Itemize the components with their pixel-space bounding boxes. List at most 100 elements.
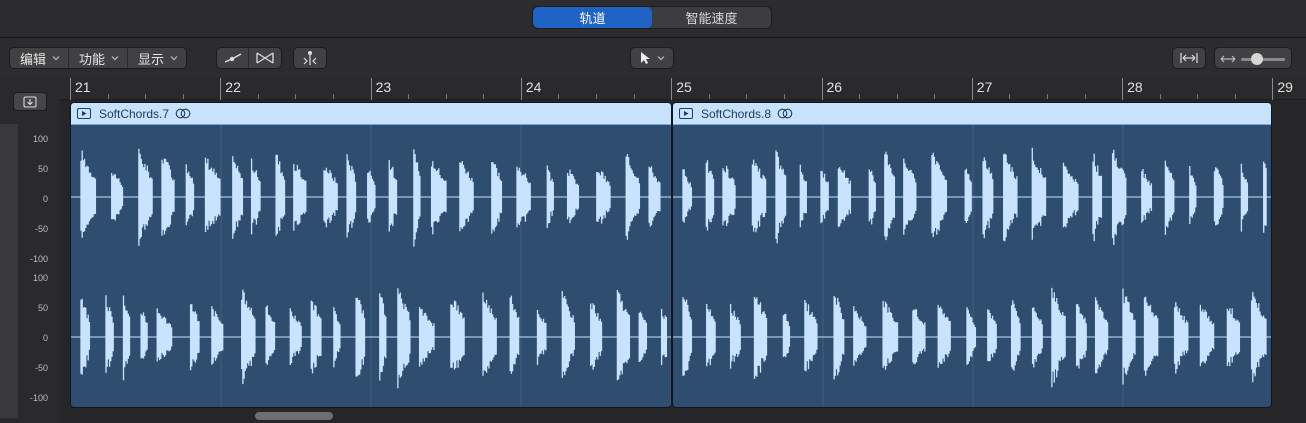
amplitude-label: 0 [42, 194, 48, 204]
amplitude-label: -100 [29, 254, 48, 264]
amplitude-label: -100 [29, 393, 48, 403]
audio-region[interactable]: SoftChords.7 [70, 102, 672, 408]
crossfade-button[interactable] [249, 48, 281, 68]
zoom-slider-knob[interactable] [1251, 53, 1263, 65]
amplitude-label: 50 [37, 164, 48, 174]
edit-menu-button[interactable]: 编辑 [10, 48, 70, 68]
ruler-tick [708, 94, 710, 99]
ruler-tick [1009, 94, 1011, 99]
amplitude-label: 100 [32, 134, 48, 144]
amplitude-label: 50 [37, 303, 48, 313]
ruler-tick [145, 94, 147, 99]
waveform [71, 125, 671, 407]
scrollbar-thumb[interactable] [255, 412, 333, 420]
split-button[interactable] [294, 48, 326, 68]
snap-line-icon [224, 53, 241, 63]
pointer-icon [641, 52, 650, 64]
ruler-bar-number: 22 [225, 79, 241, 95]
ruler-tick [483, 94, 485, 99]
editor-toolbar: 编辑 功能 显示 [0, 38, 1306, 78]
loop-icon [175, 108, 191, 119]
edit-menu-label: 编辑 [20, 51, 47, 67]
split-tool-group [293, 47, 327, 69]
ruler-bar-number: 24 [525, 79, 542, 95]
region-header[interactable]: SoftChords.7 [71, 103, 671, 125]
tab-tracks[interactable]: 轨道 [533, 7, 652, 28]
amplitude-label: -50 [34, 224, 48, 234]
ruler-tick [257, 94, 259, 99]
ruler-bar-marker: 24 [520, 78, 541, 100]
audio-region[interactable]: SoftChords.8 [672, 102, 1272, 408]
fit-width-icon [1180, 53, 1198, 63]
ruler-bar-marker: 25 [671, 78, 692, 100]
ruler-tick [596, 94, 598, 99]
ruler-bar-number: 28 [1127, 79, 1143, 95]
play-region-icon [679, 108, 693, 119]
view-menu-button[interactable]: 显示 [128, 48, 186, 68]
ruler-bar-marker: 22 [220, 78, 241, 100]
view-menu-label: 显示 [138, 51, 165, 67]
audio-editor-area[interactable]: SoftChords.7 SoftChords.8 [60, 100, 1306, 408]
region-name: SoftChords.7 [99, 106, 170, 121]
ruler-tick [182, 94, 184, 99]
amplitude-label: 0 [42, 333, 48, 343]
ruler-tick [445, 94, 447, 99]
ruler-tick [934, 94, 936, 99]
pointer-tool-menu[interactable] [630, 47, 674, 69]
ruler-tick [333, 94, 335, 99]
amplitude-label: -50 [34, 363, 48, 373]
loop-icon [777, 108, 793, 119]
functions-menu-label: 功能 [79, 51, 106, 67]
horizontal-scrollbar[interactable] [60, 408, 1306, 423]
menu-group: 编辑 功能 显示 [9, 47, 188, 69]
ruler-bar-marker: 21 [70, 78, 91, 100]
ruler-tick [1234, 94, 1236, 99]
region-name: SoftChords.8 [701, 106, 772, 121]
import-button[interactable] [13, 92, 47, 111]
ruler-tick [408, 94, 410, 99]
snap-line-button[interactable] [217, 48, 249, 68]
ruler-bar-marker: 26 [821, 78, 842, 100]
ruler-tick [896, 94, 898, 99]
download-icon [23, 95, 37, 108]
left-column: 100 50 0 -50 -100 100 50 0 -50 -100 [0, 78, 60, 423]
ruler-tick [558, 94, 560, 99]
ruler-tick [746, 94, 748, 99]
chevron-down-icon [170, 56, 178, 61]
bar-ruler[interactable]: 21 22 23 24 25 26 27 28 29 [60, 78, 1306, 100]
fit-width-button[interactable] [1172, 47, 1206, 69]
chevron-down-icon [657, 56, 665, 61]
ruler-bar-marker: 29 [1272, 78, 1293, 100]
ruler-tick [633, 94, 635, 99]
ruler-bar-marker: 27 [971, 78, 992, 100]
waveform [673, 125, 1271, 407]
view-mode-segmented-control: 轨道 智能速度 [532, 6, 772, 29]
ruler-bar-number: 29 [1277, 79, 1293, 95]
ruler-tick [1046, 94, 1048, 99]
tab-smart-tempo[interactable]: 智能速度 [652, 7, 771, 28]
horizontal-zoom-icon [1220, 55, 1236, 63]
ruler-bar-number: 23 [375, 79, 392, 95]
ruler-bar-number: 25 [676, 79, 692, 95]
ruler-bar-marker: 23 [370, 78, 391, 100]
region-header[interactable]: SoftChords.8 [673, 103, 1271, 125]
ruler-tick [859, 94, 861, 99]
ruler-bar-number: 27 [976, 79, 993, 95]
crossfade-icon [256, 52, 274, 64]
functions-menu-button[interactable]: 功能 [69, 48, 129, 68]
horizontal-zoom-control[interactable] [1214, 47, 1292, 69]
ruler-bar-number: 26 [826, 79, 843, 95]
ruler-tick [1084, 94, 1086, 99]
amplitude-label: 100 [32, 273, 48, 283]
chevron-down-icon [111, 56, 119, 61]
zoom-slider-track[interactable] [1241, 58, 1285, 61]
ruler-tick [1159, 94, 1161, 99]
ruler-tick [107, 94, 109, 99]
split-icon [303, 51, 317, 65]
ruler-bar-marker: 28 [1122, 78, 1143, 100]
edit-tools-group [216, 47, 282, 69]
top-bar: 轨道 智能速度 [0, 0, 1306, 38]
ruler-tick [783, 94, 785, 99]
chevron-down-icon [52, 56, 60, 61]
ruler-tick [295, 94, 297, 99]
